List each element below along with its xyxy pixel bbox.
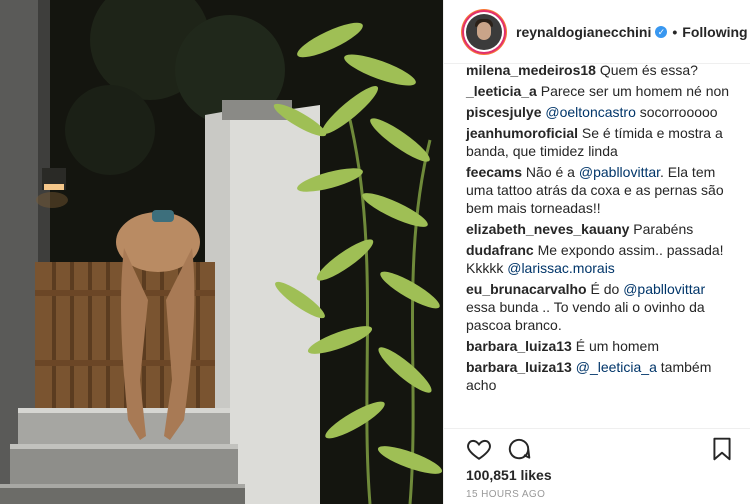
separator-dot: •	[672, 23, 678, 40]
comment-username[interactable]: milena_medeiros18	[466, 64, 596, 78]
comment-item: barbara_luiza13 É um homem	[466, 337, 737, 355]
comment-container: milena_medeiros18 Quem és essa? _leeticia…	[466, 64, 737, 394]
instagram-post: reynaldogianecchini ✓ • Following milena…	[0, 0, 750, 504]
comment-item: milena_medeiros18 Quem és essa?	[466, 64, 737, 79]
comment-text: essa bunda .. To vendo ali o ovinho da p…	[466, 299, 705, 333]
comment-username[interactable]: piscesjulye	[466, 104, 542, 120]
following-button[interactable]: Following	[682, 24, 747, 40]
comment-mention-link[interactable]: @oeltoncastro	[542, 104, 636, 120]
comment-item: elizabeth_neves_kauany Parabéns	[466, 220, 737, 238]
comment-username[interactable]: feecams	[466, 164, 522, 180]
comment-bubble-icon[interactable]	[506, 436, 532, 462]
comment-item: eu_brunacarvalho É do @pabllovittar essa…	[466, 280, 737, 334]
comment-username[interactable]: barbara_luiza13	[466, 359, 572, 375]
comment-mention-link[interactable]: @_leeticia_a	[576, 359, 657, 375]
comment-username[interactable]: elizabeth_neves_kauany	[466, 221, 629, 237]
post-photo[interactable]	[0, 0, 443, 504]
comment-item: dudafranc Me expondo assim.. passada! Kk…	[466, 241, 737, 277]
comment-username[interactable]: dudafranc	[466, 242, 534, 258]
username-link[interactable]: reynaldogianecchini	[516, 24, 651, 40]
comment-username[interactable]: barbara_luiza13	[466, 338, 572, 354]
comment-text: É um homem	[571, 338, 659, 354]
comment-text: É do	[586, 281, 624, 297]
comment-text: Quem és essa?	[595, 64, 698, 78]
post-side-panel: reynaldogianecchini ✓ • Following milena…	[443, 0, 750, 504]
comment-username[interactable]: _leeticia_a	[466, 83, 537, 99]
comment-list[interactable]: milena_medeiros18 Quem és essa? _leeticia…	[444, 64, 750, 428]
verified-badge-icon: ✓	[655, 25, 668, 38]
likes-count[interactable]: 100,851 likes	[466, 467, 735, 483]
avatar[interactable]	[464, 11, 504, 52]
comment-text: Parece ser um homem né non	[536, 83, 730, 99]
comment-item: barbara_luiza13 @_leeticia_a também acho	[466, 358, 737, 394]
comment-mention-link[interactable]: @pabllovittar	[579, 164, 660, 180]
post-actions: 100,851 likes 15 HOURS AGO	[444, 428, 750, 504]
comment-text: Parabéns	[629, 221, 694, 237]
avatar-face	[477, 21, 491, 40]
comment-item: _leeticia_a Parece ser um homem né non	[466, 82, 737, 100]
night-staircase-image	[0, 0, 443, 504]
post-timestamp[interactable]: 15 HOURS AGO	[466, 489, 735, 500]
comment-mention-link[interactable]: @pabllovittar	[623, 281, 705, 297]
comment-username[interactable]: jeanhumoroficial	[466, 125, 578, 141]
avatar-image	[466, 13, 502, 50]
comment-username[interactable]: eu_brunacarvalho	[466, 281, 587, 297]
comment-item: jeanhumoroficial Se é tímida e mostra a …	[466, 124, 737, 160]
comment-item: piscesjulye @oeltoncastro socorrooooo	[466, 103, 737, 121]
comment-mention-link[interactable]: @larissac.morais	[507, 260, 615, 276]
heart-icon[interactable]	[466, 436, 492, 462]
action-icons	[466, 429, 735, 469]
comment-item: feecams Não é a @pabllovittar. Ela tem u…	[466, 163, 737, 217]
post-header: reynaldogianecchini ✓ • Following	[444, 0, 750, 64]
comment-text: Não é a	[522, 164, 579, 180]
comment-text: socorrooooo	[635, 104, 718, 120]
bookmark-icon[interactable]	[709, 436, 735, 462]
